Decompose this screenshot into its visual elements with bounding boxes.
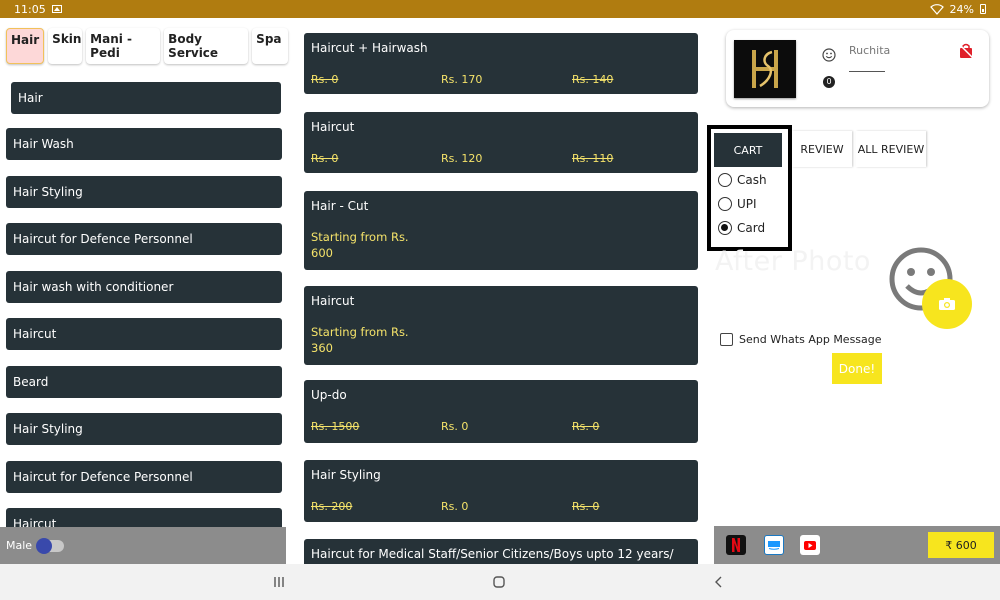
service-card[interactable]: Haircut Starting from Rs. 360 bbox=[304, 286, 698, 365]
payment-option-upi[interactable]: UPI bbox=[718, 197, 757, 211]
card-title: Hair Styling bbox=[311, 468, 381, 482]
gallery-notification-icon bbox=[51, 5, 62, 13]
starting-from-label: Starting from Rs. bbox=[311, 325, 409, 339]
card-title: Hair - Cut bbox=[311, 199, 369, 213]
recent-apps-icon[interactable] bbox=[271, 574, 287, 590]
prime-video-icon[interactable] bbox=[764, 535, 784, 555]
tab-cart[interactable]: CART bbox=[714, 133, 782, 167]
price-original: Rs. 0 bbox=[311, 73, 339, 86]
list-item[interactable]: Hair wash with conditioner bbox=[6, 271, 282, 303]
list-item[interactable]: Beard bbox=[6, 366, 282, 398]
radio-cash[interactable] bbox=[718, 173, 732, 187]
price-original: Rs. 0 bbox=[311, 152, 339, 165]
list-item[interactable]: Hair Wash bbox=[6, 128, 282, 160]
home-icon[interactable] bbox=[491, 574, 507, 590]
camera-icon bbox=[939, 298, 955, 310]
back-icon[interactable] bbox=[711, 574, 727, 590]
card-title: Haircut bbox=[311, 294, 355, 308]
toggle-knob bbox=[36, 537, 53, 554]
netflix-icon[interactable] bbox=[726, 535, 746, 555]
status-time: 11:05 bbox=[14, 2, 46, 16]
whatsapp-checkbox[interactable] bbox=[720, 333, 733, 346]
payment-label: Card bbox=[737, 221, 766, 235]
salon-logo bbox=[734, 40, 796, 98]
shopping-bag-off-icon[interactable] bbox=[958, 43, 974, 59]
gender-toggle[interactable] bbox=[36, 537, 65, 554]
service-card[interactable]: Hair Styling Rs. 200 Rs. 0 Rs. 0 bbox=[304, 460, 698, 522]
price-original: Rs. 1500 bbox=[311, 420, 360, 433]
list-item[interactable]: Hair Styling bbox=[6, 413, 282, 445]
payment-label: Cash bbox=[737, 173, 767, 187]
battery-percent: 24% bbox=[949, 2, 974, 16]
starting-from-amount: 600 bbox=[311, 246, 333, 260]
service-card[interactable]: Haircut for Medical Staff/Senior Citizen… bbox=[304, 539, 698, 564]
price-current: Rs. 120 bbox=[441, 152, 483, 165]
category-tabs: Hair Skin Mani - Pedi Body Service Spa bbox=[6, 28, 289, 66]
price-offer: Rs. 0 bbox=[572, 420, 600, 433]
wifi-icon bbox=[929, 3, 944, 15]
tab-hair[interactable]: Hair bbox=[6, 28, 45, 64]
card-title: Haircut + Hairwash bbox=[311, 41, 428, 55]
service-card[interactable]: Hair - Cut Starting from Rs. 600 bbox=[304, 191, 698, 270]
price-offer: Rs. 110 bbox=[572, 152, 614, 165]
tab-mani-pedi[interactable]: Mani - Pedi bbox=[86, 28, 161, 64]
after-photo-label: After Photo bbox=[715, 246, 871, 277]
service-card[interactable]: Up-do Rs. 1500 Rs. 0 Rs. 0 bbox=[304, 380, 698, 443]
cart-payment-box: CART Cash UPI Card bbox=[707, 125, 792, 251]
price-offer: Rs. 0 bbox=[572, 500, 600, 513]
whatsapp-label: Send Whats App Message bbox=[739, 333, 882, 346]
payment-option-card[interactable]: Card bbox=[718, 221, 765, 235]
navigation-bar bbox=[0, 564, 1000, 600]
user-name: Ruchita bbox=[849, 44, 891, 57]
price-offer: Rs. 140 bbox=[572, 73, 614, 86]
gender-bar: Male bbox=[0, 527, 286, 564]
youtube-icon[interactable] bbox=[800, 535, 820, 555]
done-button[interactable]: Done! bbox=[832, 353, 882, 384]
card-title: Haircut for Medical Staff/Senior Citizen… bbox=[311, 547, 674, 561]
camera-button[interactable] bbox=[922, 279, 972, 329]
payment-option-cash[interactable]: Cash bbox=[718, 173, 767, 187]
card-title: Haircut bbox=[311, 120, 355, 134]
service-cards: Haircut + Hairwash Rs. 0 Rs. 170 Rs. 140… bbox=[304, 33, 698, 564]
list-item[interactable]: Hair bbox=[11, 82, 281, 114]
tab-all-review[interactable]: ALL REVIEW bbox=[856, 131, 926, 167]
list-item[interactable]: Haircut for Defence Personnel bbox=[6, 461, 282, 493]
radio-upi[interactable] bbox=[718, 197, 732, 211]
starting-from-label: Starting from Rs. bbox=[311, 230, 409, 244]
status-bar: 11:05 24% bbox=[0, 0, 1000, 18]
tab-spa[interactable]: Spa bbox=[252, 28, 289, 64]
service-card[interactable]: Haircut Rs. 0 Rs. 120 Rs. 110 bbox=[304, 112, 698, 173]
list-item[interactable]: Haircut for Defence Personnel bbox=[6, 223, 282, 255]
payment-label: UPI bbox=[737, 197, 757, 211]
list-item[interactable]: Haircut bbox=[6, 318, 282, 350]
tab-review[interactable]: REVIEW bbox=[792, 131, 852, 167]
radio-card[interactable] bbox=[718, 221, 732, 235]
price-current: Rs. 0 bbox=[441, 500, 469, 513]
gender-label: Male bbox=[6, 539, 33, 552]
profile-card: 0 Ruchita bbox=[726, 30, 989, 107]
tab-skin[interactable]: Skin bbox=[48, 28, 83, 64]
price-current: Rs. 0 bbox=[441, 420, 469, 433]
card-title: Up-do bbox=[311, 388, 347, 402]
price-current: Rs. 170 bbox=[441, 73, 483, 86]
name-underline bbox=[849, 71, 885, 72]
tab-body-service[interactable]: Body Service bbox=[164, 28, 249, 64]
total-amount-button[interactable]: ₹ 600 bbox=[928, 532, 994, 558]
starting-from-amount: 360 bbox=[311, 341, 333, 355]
smiley-icon bbox=[822, 48, 836, 62]
list-item[interactable]: Haircut bbox=[6, 508, 282, 527]
list-item[interactable]: Hair Styling bbox=[6, 176, 282, 208]
count-badge: 0 bbox=[823, 76, 835, 88]
service-card[interactable]: Haircut + Hairwash Rs. 0 Rs. 170 Rs. 140 bbox=[304, 33, 698, 94]
whatsapp-option[interactable]: Send Whats App Message bbox=[720, 333, 882, 346]
bottom-bar: ₹ 600 bbox=[714, 526, 1000, 564]
price-original: Rs. 200 bbox=[311, 500, 353, 513]
service-list: Hair Hair Wash Hair Styling Haircut for … bbox=[6, 80, 282, 527]
battery-icon bbox=[980, 4, 986, 14]
